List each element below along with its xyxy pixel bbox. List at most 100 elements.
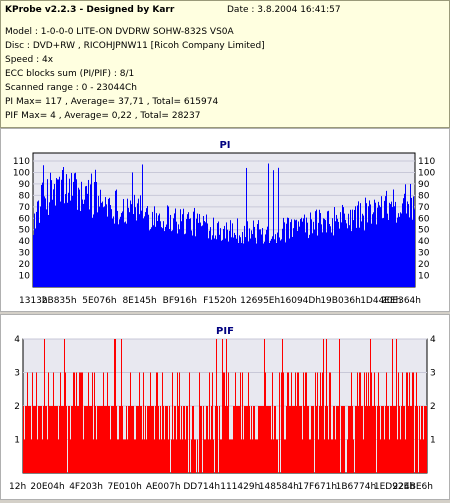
data-bar [94, 182, 95, 287]
data-bar [304, 406, 305, 473]
y-tick-label-left: 40 [19, 237, 31, 247]
x-tick-label: 12h [9, 482, 26, 492]
data-bar [105, 406, 106, 473]
x-tick-label: 17F671h [298, 482, 338, 492]
data-bar [340, 212, 341, 287]
data-bar [253, 220, 254, 287]
data-bar [80, 211, 81, 287]
data-bar [294, 406, 295, 473]
data-bar [386, 372, 387, 473]
data-bar [363, 215, 364, 287]
data-bar [262, 406, 263, 473]
y-tick-label-right: 110 [418, 157, 435, 167]
data-bar [210, 439, 211, 473]
data-bar [241, 242, 242, 287]
data-bar [203, 406, 204, 473]
data-bar [368, 372, 369, 473]
data-bar [191, 230, 192, 287]
data-bar [107, 216, 108, 287]
data-bar [401, 213, 402, 287]
data-bar [352, 406, 353, 473]
data-bar [134, 194, 135, 287]
data-bar [398, 213, 399, 287]
data-bar [47, 179, 48, 287]
data-bar [306, 372, 307, 473]
data-bar [333, 406, 334, 473]
data-bar [231, 439, 232, 473]
data-bar [134, 439, 135, 473]
data-bar [200, 406, 201, 473]
data-bar [164, 231, 165, 287]
data-bar [205, 439, 206, 473]
data-bar [260, 406, 261, 473]
data-bar [396, 222, 397, 287]
x-tick-label: BF916h [163, 296, 197, 306]
data-bar [400, 439, 401, 473]
data-bar [359, 227, 360, 287]
data-bar [249, 406, 250, 473]
data-bar [244, 406, 245, 473]
data-bar [277, 232, 278, 287]
data-bar [150, 229, 151, 287]
data-bar [142, 439, 143, 473]
data-bar [267, 226, 268, 287]
data-bar [94, 372, 95, 473]
data-bar [81, 372, 82, 473]
data-bar [248, 372, 249, 473]
data-bar [56, 406, 57, 473]
data-bar [265, 372, 266, 473]
data-bar [281, 239, 282, 287]
data-bar [232, 439, 233, 473]
data-bar [74, 372, 75, 473]
data-bar [209, 230, 210, 287]
data-bar [249, 228, 250, 287]
data-bar [342, 406, 343, 473]
data-bar [85, 406, 86, 473]
data-bar [251, 230, 252, 287]
data-bar [62, 406, 63, 473]
data-bar [261, 406, 262, 473]
data-bar [318, 439, 319, 473]
data-bar [112, 218, 113, 287]
data-bar [404, 406, 405, 473]
data-bar [106, 406, 107, 473]
data-bar [365, 197, 366, 287]
data-bar [128, 406, 129, 473]
data-bar [290, 222, 291, 287]
data-bar [130, 200, 131, 287]
data-bar [71, 406, 72, 473]
data-bar [102, 201, 103, 287]
data-bar [266, 406, 267, 473]
data-bar [299, 406, 300, 473]
data-bar [383, 406, 384, 473]
data-bar [136, 220, 137, 287]
data-bar [303, 372, 304, 473]
data-bar [258, 220, 259, 287]
data-bar [40, 406, 41, 473]
x-tick-label: 19B036h [320, 296, 361, 306]
data-bar [202, 225, 203, 287]
data-bar [379, 406, 380, 473]
data-bar [389, 439, 390, 473]
data-bar [306, 217, 307, 287]
data-bar [197, 213, 198, 287]
data-bar [225, 238, 226, 287]
data-bar [105, 197, 106, 287]
data-bar [366, 372, 367, 473]
data-bar [408, 204, 409, 287]
data-bar [373, 212, 374, 287]
data-bar [368, 206, 369, 287]
data-bar [101, 202, 102, 287]
data-bar [289, 238, 290, 287]
data-bar [61, 406, 62, 473]
data-bar [34, 213, 35, 287]
data-bar [279, 237, 280, 287]
data-bar [116, 406, 117, 473]
data-bar [223, 372, 224, 473]
data-bar [320, 213, 321, 287]
data-bar [53, 372, 54, 473]
data-bar [97, 406, 98, 473]
data-bar [78, 406, 79, 473]
data-bar [313, 221, 314, 287]
data-bar [292, 406, 293, 473]
